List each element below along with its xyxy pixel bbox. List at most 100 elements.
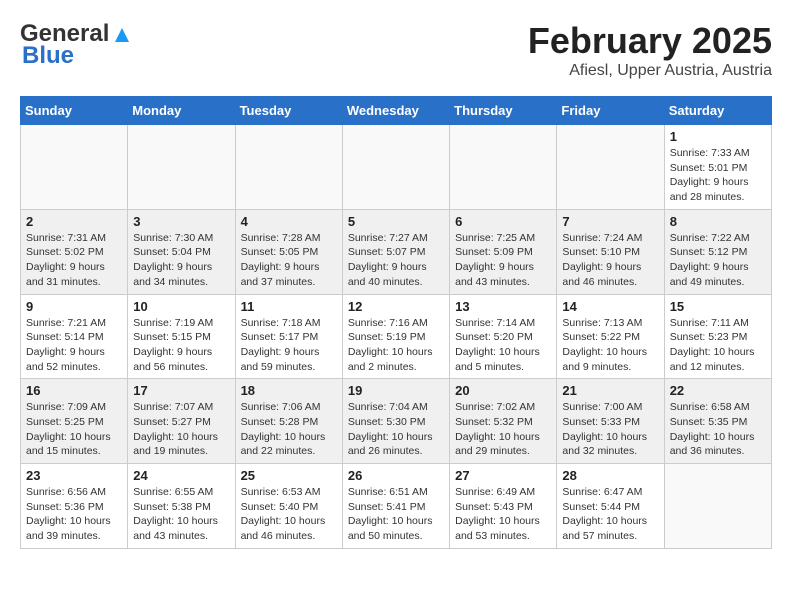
day-info: Sunrise: 6:51 AM Sunset: 5:41 PM Dayligh… [348, 485, 444, 544]
calendar-cell: 26 Sunrise: 6:51 AM Sunset: 5:41 PM Dayli… [342, 464, 449, 549]
day-number: 14 [562, 299, 658, 314]
day-number: 8 [670, 214, 766, 229]
day-number: 11 [241, 299, 337, 314]
day-info: Sunrise: 7:19 AM Sunset: 5:15 PM Dayligh… [133, 316, 229, 375]
calendar-subtitle: Afiesl, Upper Austria, Austria [528, 62, 772, 80]
day-info: Sunrise: 7:30 AM Sunset: 5:04 PM Dayligh… [133, 231, 229, 290]
day-number: 5 [348, 214, 444, 229]
day-info: Sunrise: 7:06 AM Sunset: 5:28 PM Dayligh… [241, 400, 337, 459]
day-info: Sunrise: 6:47 AM Sunset: 5:44 PM Dayligh… [562, 485, 658, 544]
day-number: 28 [562, 468, 658, 483]
day-info: Sunrise: 7:21 AM Sunset: 5:14 PM Dayligh… [26, 316, 122, 375]
weekday-header: Saturday [664, 97, 771, 125]
day-info: Sunrise: 7:14 AM Sunset: 5:20 PM Dayligh… [455, 316, 551, 375]
calendar-cell [235, 125, 342, 210]
weekday-header: Monday [128, 97, 235, 125]
calendar-cell: 1 Sunrise: 7:33 AM Sunset: 5:01 PM Daylig… [664, 125, 771, 210]
day-number: 12 [348, 299, 444, 314]
day-number: 26 [348, 468, 444, 483]
calendar-cell: 9 Sunrise: 7:21 AM Sunset: 5:14 PM Daylig… [21, 294, 128, 379]
calendar-week-row: 16 Sunrise: 7:09 AM Sunset: 5:25 PM Dayli… [21, 379, 772, 464]
calendar-cell: 16 Sunrise: 7:09 AM Sunset: 5:25 PM Dayli… [21, 379, 128, 464]
day-number: 20 [455, 383, 551, 398]
day-info: Sunrise: 6:49 AM Sunset: 5:43 PM Dayligh… [455, 485, 551, 544]
calendar-cell: 28 Sunrise: 6:47 AM Sunset: 5:44 PM Dayli… [557, 464, 664, 549]
weekday-header-row: SundayMondayTuesdayWednesdayThursdayFrid… [21, 97, 772, 125]
calendar-table: SundayMondayTuesdayWednesdayThursdayFrid… [20, 96, 772, 549]
calendar-cell: 22 Sunrise: 6:58 AM Sunset: 5:35 PM Dayli… [664, 379, 771, 464]
calendar-cell: 3 Sunrise: 7:30 AM Sunset: 5:04 PM Daylig… [128, 209, 235, 294]
logo: General Blue [20, 20, 133, 70]
day-info: Sunrise: 7:07 AM Sunset: 5:27 PM Dayligh… [133, 400, 229, 459]
day-info: Sunrise: 7:13 AM Sunset: 5:22 PM Dayligh… [562, 316, 658, 375]
calendar-cell: 12 Sunrise: 7:16 AM Sunset: 5:19 PM Dayli… [342, 294, 449, 379]
day-number: 21 [562, 383, 658, 398]
calendar-cell: 14 Sunrise: 7:13 AM Sunset: 5:22 PM Dayli… [557, 294, 664, 379]
calendar-cell [664, 464, 771, 549]
calendar-cell: 23Sunrise: 6:56 AM Sunset: 5:36 PM Dayli… [21, 464, 128, 549]
calendar-cell: 2 Sunrise: 7:31 AM Sunset: 5:02 PM Daylig… [21, 209, 128, 294]
calendar-cell: 5 Sunrise: 7:27 AM Sunset: 5:07 PM Daylig… [342, 209, 449, 294]
day-info: Sunrise: 7:24 AM Sunset: 5:10 PM Dayligh… [562, 231, 658, 290]
weekday-header: Friday [557, 97, 664, 125]
calendar-cell [128, 125, 235, 210]
day-info: Sunrise: 7:28 AM Sunset: 5:05 PM Dayligh… [241, 231, 337, 290]
calendar-cell [21, 125, 128, 210]
day-number: 18 [241, 383, 337, 398]
day-info: Sunrise: 6:56 AM Sunset: 5:36 PM Dayligh… [26, 485, 122, 544]
weekday-header: Tuesday [235, 97, 342, 125]
day-number: 27 [455, 468, 551, 483]
day-number: 3 [133, 214, 229, 229]
day-info: Sunrise: 7:27 AM Sunset: 5:07 PM Dayligh… [348, 231, 444, 290]
calendar-cell: 19 Sunrise: 7:04 AM Sunset: 5:30 PM Dayli… [342, 379, 449, 464]
day-info: Sunrise: 7:18 AM Sunset: 5:17 PM Dayligh… [241, 316, 337, 375]
calendar-cell: 4 Sunrise: 7:28 AM Sunset: 5:05 PM Daylig… [235, 209, 342, 294]
day-number: 15 [670, 299, 766, 314]
day-info: Sunrise: 7:09 AM Sunset: 5:25 PM Dayligh… [26, 400, 122, 459]
day-number: 19 [348, 383, 444, 398]
weekday-header: Wednesday [342, 97, 449, 125]
calendar-week-row: 1 Sunrise: 7:33 AM Sunset: 5:01 PM Daylig… [21, 125, 772, 210]
day-number: 25 [241, 468, 337, 483]
day-number: 13 [455, 299, 551, 314]
calendar-cell: 17 Sunrise: 7:07 AM Sunset: 5:27 PM Dayli… [128, 379, 235, 464]
calendar-cell: 21 Sunrise: 7:00 AM Sunset: 5:33 PM Dayli… [557, 379, 664, 464]
day-number: 9 [26, 299, 122, 314]
calendar-cell: 18 Sunrise: 7:06 AM Sunset: 5:28 PM Dayli… [235, 379, 342, 464]
day-number: 17 [133, 383, 229, 398]
day-info: Sunrise: 7:33 AM Sunset: 5:01 PM Dayligh… [670, 146, 766, 205]
day-info: Sunrise: 7:25 AM Sunset: 5:09 PM Dayligh… [455, 231, 551, 290]
day-number: 22 [670, 383, 766, 398]
day-info: Sunrise: 6:53 AM Sunset: 5:40 PM Dayligh… [241, 485, 337, 544]
day-number: 24 [133, 468, 229, 483]
calendar-cell: 24 Sunrise: 6:55 AM Sunset: 5:38 PM Dayli… [128, 464, 235, 549]
calendar-title: February 2025 [528, 20, 772, 62]
calendar-cell: 6 Sunrise: 7:25 AM Sunset: 5:09 PM Daylig… [450, 209, 557, 294]
title-area: February 2025 Afiesl, Upper Austria, Aus… [528, 20, 772, 80]
calendar-cell: 20 Sunrise: 7:02 AM Sunset: 5:32 PM Dayli… [450, 379, 557, 464]
day-number: 2 [26, 214, 122, 229]
day-info: Sunrise: 7:16 AM Sunset: 5:19 PM Dayligh… [348, 316, 444, 375]
day-info: Sunrise: 6:55 AM Sunset: 5:38 PM Dayligh… [133, 485, 229, 544]
day-info: Sunrise: 7:31 AM Sunset: 5:02 PM Dayligh… [26, 231, 122, 290]
calendar-week-row: 2 Sunrise: 7:31 AM Sunset: 5:02 PM Daylig… [21, 209, 772, 294]
day-info: Sunrise: 7:22 AM Sunset: 5:12 PM Dayligh… [670, 231, 766, 290]
calendar-cell: 10 Sunrise: 7:19 AM Sunset: 5:15 PM Dayli… [128, 294, 235, 379]
day-number: 6 [455, 214, 551, 229]
day-number: 4 [241, 214, 337, 229]
day-number: 10 [133, 299, 229, 314]
calendar-cell: 11 Sunrise: 7:18 AM Sunset: 5:17 PM Dayli… [235, 294, 342, 379]
calendar-cell: 13 Sunrise: 7:14 AM Sunset: 5:20 PM Dayli… [450, 294, 557, 379]
day-number: 1 [670, 129, 766, 144]
day-info: Sunrise: 7:11 AM Sunset: 5:23 PM Dayligh… [670, 316, 766, 375]
day-info: Sunrise: 6:58 AM Sunset: 5:35 PM Dayligh… [670, 400, 766, 459]
day-info: Sunrise: 7:00 AM Sunset: 5:33 PM Dayligh… [562, 400, 658, 459]
day-info: Sunrise: 7:04 AM Sunset: 5:30 PM Dayligh… [348, 400, 444, 459]
weekday-header: Sunday [21, 97, 128, 125]
weekday-header: Thursday [450, 97, 557, 125]
day-number: 16 [26, 383, 122, 398]
day-number: 7 [562, 214, 658, 229]
day-info: Sunrise: 7:02 AM Sunset: 5:32 PM Dayligh… [455, 400, 551, 459]
calendar-cell: 27 Sunrise: 6:49 AM Sunset: 5:43 PM Dayli… [450, 464, 557, 549]
calendar-week-row: 9 Sunrise: 7:21 AM Sunset: 5:14 PM Daylig… [21, 294, 772, 379]
